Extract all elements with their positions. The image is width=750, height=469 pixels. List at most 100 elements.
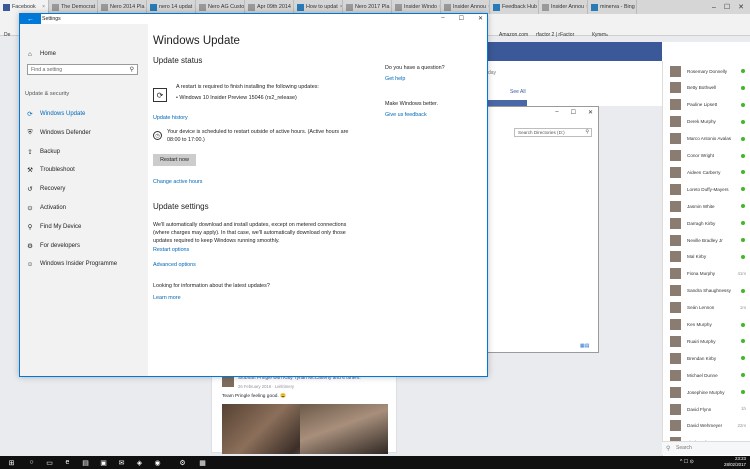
chat-contact[interactable]: Conor Wright xyxy=(663,148,750,164)
settings-gear-icon[interactable]: ⚙ xyxy=(178,458,187,467)
home-nav[interactable]: ⌂ Home xyxy=(20,48,148,60)
chat-contact-name: Rosemary Donnelly xyxy=(687,68,728,74)
chat-contact[interactable]: Derek Murphy xyxy=(663,114,750,130)
chat-contact[interactable]: Betty Bothwell xyxy=(663,80,750,96)
edge-icon[interactable]: e xyxy=(63,458,72,467)
browser-tab[interactable]: Insider Annou× xyxy=(441,0,490,14)
bookmark-item[interactable]: De xyxy=(4,32,10,38)
browser-tab[interactable]: Insider Windo× xyxy=(392,0,441,14)
nav-item[interactable]: ☺ Windows Insider Programme xyxy=(20,257,148,271)
app-icon[interactable]: ◉ xyxy=(153,458,162,467)
wrench-icon: ⚒ xyxy=(27,167,33,175)
minimize-icon[interactable]: – xyxy=(555,109,558,117)
chat-contact[interactable]: Pauline Lipsett xyxy=(663,97,750,113)
browser-tab[interactable]: nero 14 updat× xyxy=(147,0,196,14)
search-icon[interactable]: ○ xyxy=(27,458,36,467)
bookmark-amazon[interactable]: Amazon.com xyxy=(499,32,528,38)
nav-item[interactable]: ↺ Recovery xyxy=(20,182,148,196)
clock[interactable]: 23:23 28/02/2017 xyxy=(724,456,746,468)
window-title: Settings xyxy=(42,16,61,22)
chat-contact[interactable]: Sandra Shaughnessy xyxy=(663,283,750,299)
favicon-icon xyxy=(3,3,10,11)
app-icon[interactable]: ▦ xyxy=(198,458,207,467)
tab-close-icon[interactable]: × xyxy=(42,4,45,10)
chat-contact[interactable]: Darragh Kirby xyxy=(663,215,750,231)
maximize-icon[interactable]: ☐ xyxy=(571,109,576,117)
browser-tab[interactable]: Nero 2014 Pla× xyxy=(98,0,147,14)
mail-icon[interactable]: ✉ xyxy=(117,458,126,467)
chat-contact[interactable]: David Flynn 1h xyxy=(663,401,750,417)
chat-contact[interactable]: David Wehmeyer 22m xyxy=(663,418,750,434)
close-icon[interactable]: ✕ xyxy=(478,15,483,22)
see-all-link[interactable]: See All xyxy=(510,89,526,95)
chat-contact[interactable]: Ruairi Murphy xyxy=(663,333,750,349)
find-setting-input[interactable]: Find a setting ⚲ xyxy=(27,64,138,75)
task-view-icon[interactable]: ▭ xyxy=(45,458,54,467)
learn-more-link[interactable]: Learn more xyxy=(153,295,181,301)
maximize-icon[interactable]: ☐ xyxy=(724,3,730,11)
browser-tab[interactable]: Feedback Hub× xyxy=(490,0,539,14)
browser-tab[interactable]: How to updat × xyxy=(294,0,343,14)
advanced-options-link[interactable]: Advanced options xyxy=(153,262,196,268)
bookmark-rfactor[interactable]: rfactor 2 | rFactor xyxy=(536,32,574,38)
chat-contact[interactable]: Seán Lennon 1m xyxy=(663,300,750,316)
favicon-icon xyxy=(395,3,402,11)
browser-tab[interactable]: Insider Annou× xyxy=(539,0,588,14)
bookmark-kupit[interactable]: Купить xyxy=(592,32,608,38)
browser-tab[interactable]: minerva - Bing× xyxy=(588,0,637,14)
nav-item[interactable]: ⚒ Troubleshoot xyxy=(20,163,148,177)
restart-options-link[interactable]: Restart options xyxy=(153,247,189,253)
update-status-heading: Update status xyxy=(153,56,203,65)
chat-contact[interactable]: Loreto Duffy-Mayers xyxy=(663,181,750,197)
minimize-icon[interactable]: – xyxy=(712,4,716,11)
restart-now-button[interactable]: Restart now xyxy=(153,154,196,166)
change-active-hours-link[interactable]: Change active hours xyxy=(153,179,202,185)
back-button[interactable]: ← xyxy=(20,14,41,24)
nav-item[interactable]: ⊙ Activation xyxy=(20,201,148,215)
get-help-link[interactable]: Get help xyxy=(385,76,405,82)
tab-label: Apr 09th 2014 xyxy=(257,4,291,10)
nav-item[interactable]: ⇪ Backup xyxy=(20,145,148,159)
chat-contact[interactable]: Josephine Murphy xyxy=(663,384,750,400)
chat-contact[interactable]: Ken Murphy xyxy=(663,317,750,333)
chat-contact[interactable]: Aideen Carberry xyxy=(663,164,750,180)
avatar xyxy=(670,319,681,330)
browser-tab[interactable]: Facebook × xyxy=(0,0,49,14)
outlook-icon[interactable]: ◈ xyxy=(135,458,144,467)
store-icon[interactable]: ▣ xyxy=(99,458,108,467)
close-icon[interactable]: ✕ xyxy=(738,3,744,11)
nav-item-label: Find My Device xyxy=(40,223,82,230)
system-tray[interactable]: ^ ☐ ⊙ xyxy=(680,459,694,465)
windows-start-icon[interactable]: ⊞ xyxy=(7,458,16,467)
nav-item[interactable]: ⚙ For developers xyxy=(20,239,148,253)
chat-contact[interactable]: Neville Bradley Jr xyxy=(663,232,750,248)
nav-item[interactable]: ⟳ Windows Update xyxy=(20,107,148,121)
avatar xyxy=(670,133,681,145)
chat-contact[interactable]: Marco Antonio Avalas xyxy=(663,131,750,147)
close-icon[interactable]: ✕ xyxy=(588,109,593,117)
browser-tab[interactable]: Nero AG Custo× xyxy=(196,0,245,14)
browser-tab[interactable]: The Democrat× xyxy=(49,0,98,14)
nav-item[interactable]: ⛨ Windows Defender xyxy=(20,126,148,140)
chat-contact[interactable]: Mal Kirby xyxy=(663,249,750,265)
chat-contact[interactable]: Rosemary Donnelly xyxy=(663,63,750,79)
chat-contact[interactable]: Fiona Murphy 41m xyxy=(663,266,750,282)
chat-contact[interactable]: Brendan Kirby xyxy=(663,350,750,366)
chat-contact[interactable]: Jasmin White xyxy=(663,198,750,214)
tab-label: How to updat xyxy=(306,4,338,10)
chat-contact[interactable]: Michael Dunne xyxy=(663,367,750,383)
online-indicator-icon xyxy=(741,69,745,73)
favicon-icon xyxy=(101,3,108,11)
view-toggle-icon[interactable]: ▦▤ xyxy=(580,343,598,351)
give-feedback-link[interactable]: Give us feedback xyxy=(385,112,427,118)
browser-tab[interactable]: Nero 2017 Pla× xyxy=(343,0,392,14)
minimize-icon[interactable]: – xyxy=(441,15,444,22)
update-history-link[interactable]: Update history xyxy=(153,115,188,121)
maximize-icon[interactable]: ☐ xyxy=(459,15,464,22)
nav-item[interactable]: ⚲ Find My Device xyxy=(20,220,148,234)
chat-search-input[interactable]: ⚲ Search xyxy=(662,441,750,455)
browser-tab[interactable]: Apr 09th 2014× xyxy=(245,0,294,14)
post-date[interactable]: 26 February 2016 · Leitlrimery xyxy=(238,384,294,389)
file-explorer-icon[interactable]: ▤ xyxy=(81,458,90,467)
explorer-search-input[interactable]: Search Directories (D:) ⚲ xyxy=(514,128,592,137)
